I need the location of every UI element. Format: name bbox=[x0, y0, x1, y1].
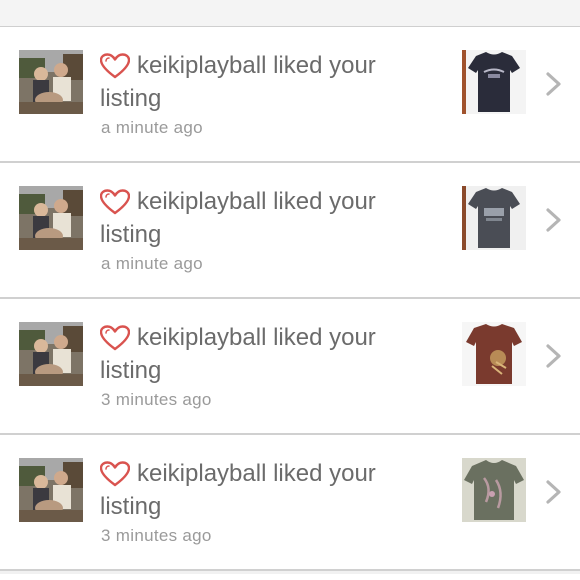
notification-row[interactable]: keikiplayball liked your listing 3 minut… bbox=[0, 435, 580, 571]
notification-message: keikiplayball liked your listing bbox=[100, 52, 376, 112]
notification-time: 3 minutes ago bbox=[101, 390, 212, 409]
notification-message: keikiplayball liked your listing bbox=[100, 324, 376, 384]
notification-row[interactable]: keikiplayball liked your listing 3 minut… bbox=[0, 299, 580, 435]
chevron-right-icon[interactable] bbox=[545, 207, 563, 233]
notification-row[interactable]: keikiplayball liked your listing a minut… bbox=[0, 163, 580, 299]
listing-thumbnail[interactable] bbox=[462, 458, 526, 522]
next-row-edge bbox=[0, 574, 580, 580]
activity-screen: keikiplayball liked your listing a minut… bbox=[0, 0, 580, 580]
chevron-right-icon[interactable] bbox=[545, 479, 563, 505]
avatar[interactable] bbox=[19, 186, 83, 250]
notification-message: keikiplayball liked your listing bbox=[100, 188, 376, 248]
notification-time: 3 minutes ago bbox=[101, 526, 212, 545]
notification-message: keikiplayball liked your listing bbox=[100, 460, 376, 520]
avatar[interactable] bbox=[19, 50, 83, 114]
notification-feed: keikiplayball liked your listing a minut… bbox=[0, 27, 580, 571]
listing-thumbnail[interactable] bbox=[462, 50, 526, 114]
avatar[interactable] bbox=[19, 322, 83, 386]
notification-time: a minute ago bbox=[101, 118, 203, 137]
chevron-right-icon[interactable] bbox=[545, 71, 563, 97]
avatar[interactable] bbox=[19, 458, 83, 522]
notification-time: a minute ago bbox=[101, 254, 203, 273]
listing-thumbnail[interactable] bbox=[462, 322, 526, 386]
notification-row[interactable]: keikiplayball liked your listing a minut… bbox=[0, 27, 580, 163]
chevron-right-icon[interactable] bbox=[545, 343, 563, 369]
header-strip bbox=[0, 0, 580, 27]
listing-thumbnail[interactable] bbox=[462, 186, 526, 250]
